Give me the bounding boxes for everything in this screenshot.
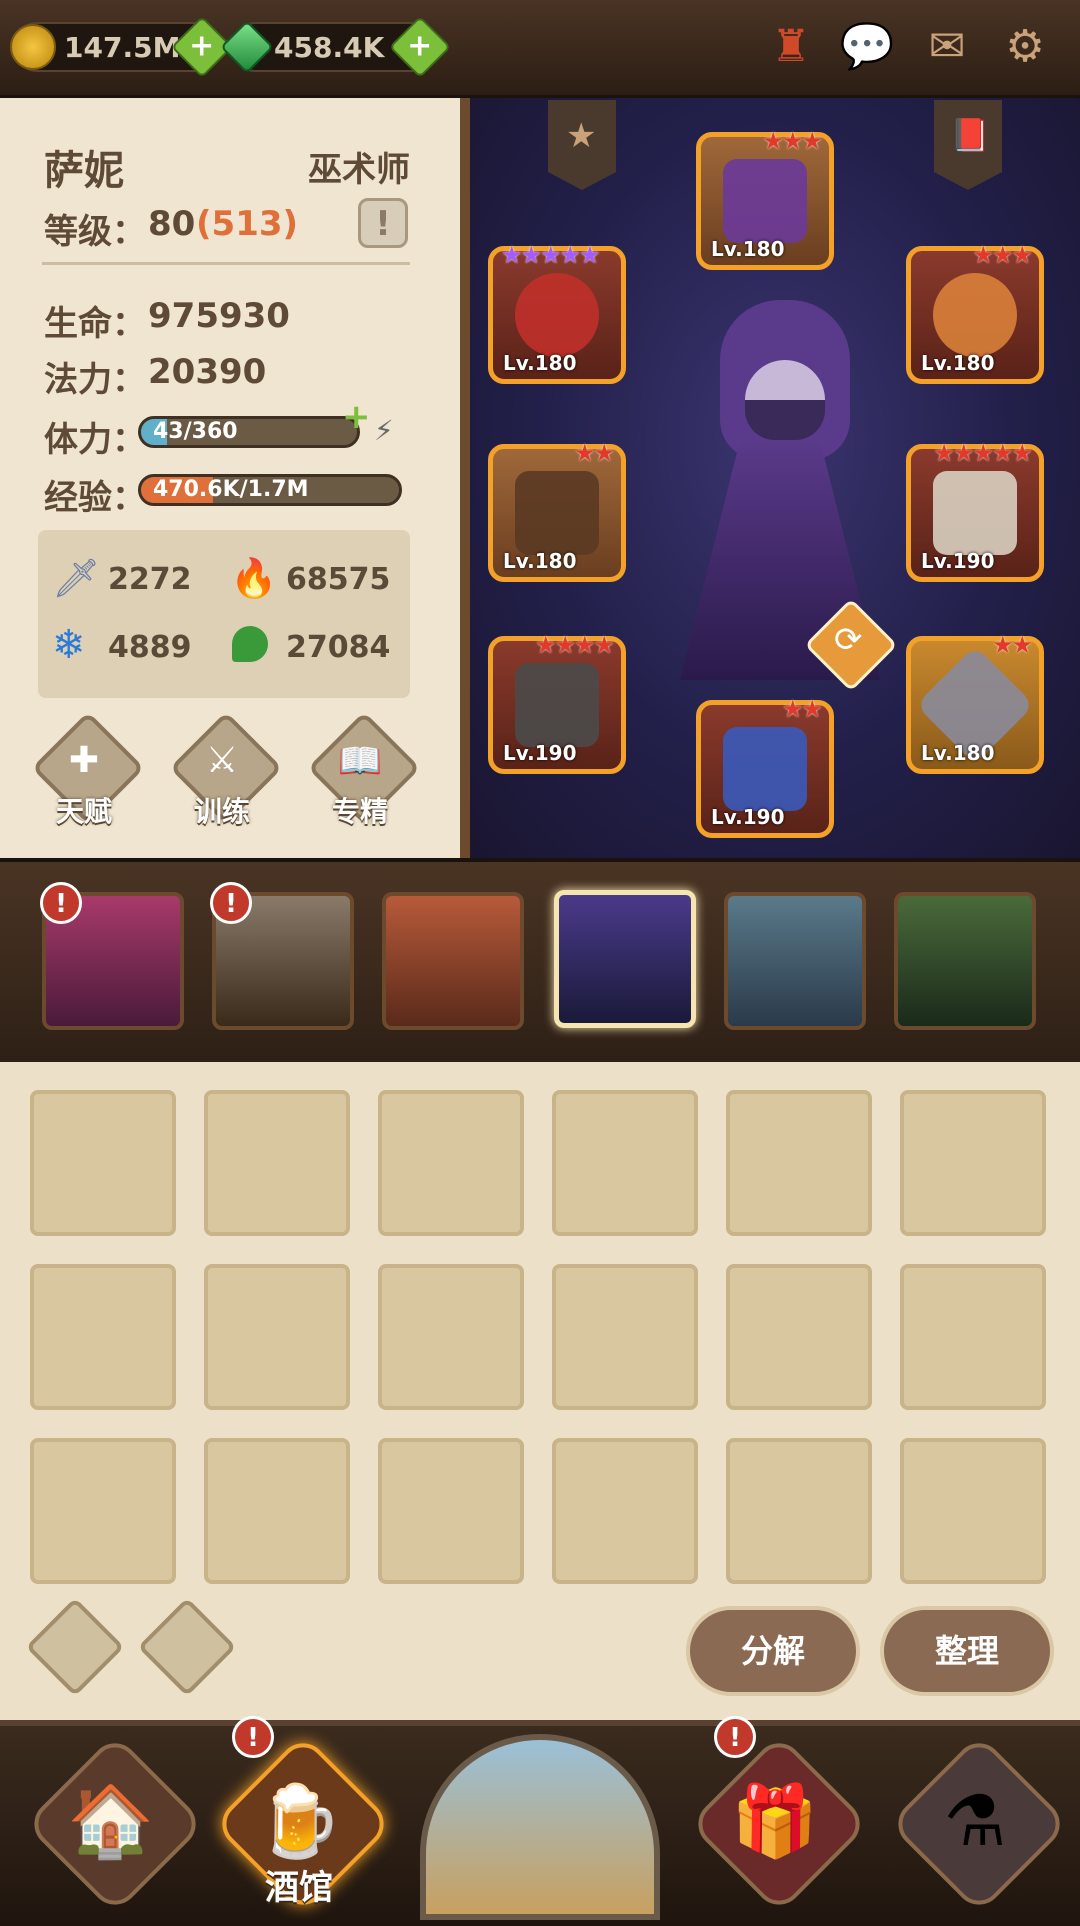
stamina-bar: 43/360 xyxy=(138,416,360,448)
inventory-slot[interactable] xyxy=(726,1264,872,1410)
divider xyxy=(42,262,410,265)
hero-1-alert-icon: ! xyxy=(40,882,82,924)
frost-value: 4889 xyxy=(108,630,192,665)
inventory-slot[interactable] xyxy=(30,1090,176,1236)
mail-icon[interactable]: ✉ xyxy=(918,18,976,76)
frost-icon: ❄ xyxy=(52,622,86,668)
hero-2-alert-icon: ! xyxy=(210,882,252,924)
mana-value: 20390 xyxy=(148,352,267,392)
equip-slot-cape[interactable]: ★★★★★ Lv.190 xyxy=(906,439,1044,582)
shop-alert-icon: ! xyxy=(714,1716,756,1758)
equip-slot-hat[interactable]: ★★★ Lv.180 xyxy=(696,127,834,270)
nav-forge[interactable]: ⚗ xyxy=(888,1733,1070,1915)
inventory-slot[interactable] xyxy=(378,1264,524,1410)
bookmark-icon: 📕 xyxy=(950,116,990,154)
training-button[interactable]: ⚔ 训练 xyxy=(169,711,283,828)
tavern-label: 酒馆 xyxy=(265,1868,333,1908)
fire-icon: 🔥 xyxy=(230,556,278,600)
star-icon: ★ xyxy=(566,116,597,156)
crossed-swords-icon: ⚔ xyxy=(205,740,239,781)
hero-name: 萨妮 xyxy=(44,148,124,194)
inventory-slot[interactable] xyxy=(30,1438,176,1584)
inventory-slot[interactable] xyxy=(204,1438,350,1584)
hp-value: 975930 xyxy=(148,296,290,336)
cauldron-icon: ⚗ xyxy=(943,1780,1007,1862)
gem-value: 458.4K xyxy=(274,30,385,64)
beer-mug-icon: 🍺 xyxy=(255,1780,343,1862)
filter-material-button[interactable] xyxy=(137,1597,237,1697)
decompose-button[interactable]: 分解 xyxy=(686,1606,860,1696)
nav-home[interactable]: 🏠 xyxy=(24,1733,206,1915)
gold-value: 147.5M xyxy=(64,30,181,64)
exp-bar: 470.6K/1.7M xyxy=(138,474,402,506)
sort-button[interactable]: 整理 xyxy=(880,1606,1054,1696)
energy-icon: ⚡ xyxy=(374,414,394,447)
hero-card-4-selected[interactable] xyxy=(554,890,696,1028)
hp-label: 生命： xyxy=(44,304,146,344)
stamina-text: 43/360 xyxy=(153,419,238,444)
inventory-slot[interactable] xyxy=(30,1264,176,1410)
hero-card-3[interactable] xyxy=(382,892,524,1030)
swap-icon: ⟳ xyxy=(834,620,863,660)
mastery-button[interactable]: 📖 专精 xyxy=(307,711,421,828)
info-icon[interactable]: ! xyxy=(358,198,408,248)
equip-slot-gloves[interactable]: ★★ Lv.180 xyxy=(488,439,626,582)
equip-slot-ring[interactable]: ★★★ Lv.180 xyxy=(906,241,1044,384)
chat-icon[interactable]: 💬 xyxy=(838,18,896,76)
add-stamina-icon[interactable]: + xyxy=(342,400,372,434)
filter-armor-button[interactable] xyxy=(25,1597,125,1697)
gem-counter: 458.4K + xyxy=(220,15,452,79)
level-label: 等级： xyxy=(44,212,146,252)
equip-slot-shield[interactable]: ★★ Lv.180 xyxy=(906,631,1044,774)
equip-slot-boots[interactable]: ★★ Lv.190 xyxy=(696,695,834,838)
inventory-slot[interactable] xyxy=(204,1264,350,1410)
hero-class: 巫术师 xyxy=(308,150,410,190)
gold-counter: 147.5M + xyxy=(10,15,234,79)
mastery-label: 专精 xyxy=(331,795,388,828)
hero-card-6[interactable] xyxy=(894,892,1036,1030)
talent-button[interactable]: ✚ 天赋 xyxy=(31,711,145,828)
nav-shop[interactable]: 🎁 xyxy=(688,1733,870,1915)
fire-value: 68575 xyxy=(286,562,391,597)
inventory-slot[interactable] xyxy=(726,1438,872,1584)
house-icon: 🏠 xyxy=(67,1780,155,1862)
inventory-slot[interactable] xyxy=(552,1090,698,1236)
inventory-slot[interactable] xyxy=(900,1090,1046,1236)
nature-value: 27084 xyxy=(286,630,391,665)
equip-slot-amulet[interactable]: ★★★★★ Lv.180 xyxy=(488,241,626,384)
inventory-slot[interactable] xyxy=(552,1438,698,1584)
inventory-slot[interactable] xyxy=(900,1438,1046,1584)
settings-icon[interactable]: ⚙ xyxy=(996,18,1054,76)
inventory-slot[interactable] xyxy=(204,1090,350,1236)
inventory-slot[interactable] xyxy=(726,1090,872,1236)
inventory-slot[interactable] xyxy=(378,1438,524,1584)
inventory-slot[interactable] xyxy=(900,1264,1046,1410)
hero-card-5[interactable] xyxy=(724,892,866,1030)
sword-icon: 🗡 xyxy=(52,556,101,600)
gold-coin-icon xyxy=(10,24,56,70)
level-extra: (513) xyxy=(196,204,299,244)
exp-text: 470.6K/1.7M xyxy=(153,477,309,502)
inventory-slot[interactable] xyxy=(552,1264,698,1410)
nature-icon xyxy=(232,626,268,662)
book-icon: 📖 xyxy=(337,741,383,782)
nav-tavern[interactable]: 🍺 酒馆 xyxy=(212,1733,394,1915)
tavern-alert-icon: ! xyxy=(232,1716,274,1758)
attack-value: 2272 xyxy=(108,562,192,597)
exp-label: 经验： xyxy=(44,478,146,518)
inventory-slot[interactable] xyxy=(378,1090,524,1236)
chest-icon: 🎁 xyxy=(731,1780,819,1862)
talent-label: 天赋 xyxy=(55,795,112,828)
equip-slot-sword[interactable]: ★★★★ Lv.190 xyxy=(488,631,626,774)
horn-icon[interactable]: ♜ xyxy=(762,18,820,76)
training-label: 训练 xyxy=(193,795,250,828)
mana-label: 法力： xyxy=(44,360,146,400)
cross-icon: ✚ xyxy=(68,740,100,781)
level-value: 80 xyxy=(148,204,196,244)
stamina-label: 体力： xyxy=(44,420,146,460)
